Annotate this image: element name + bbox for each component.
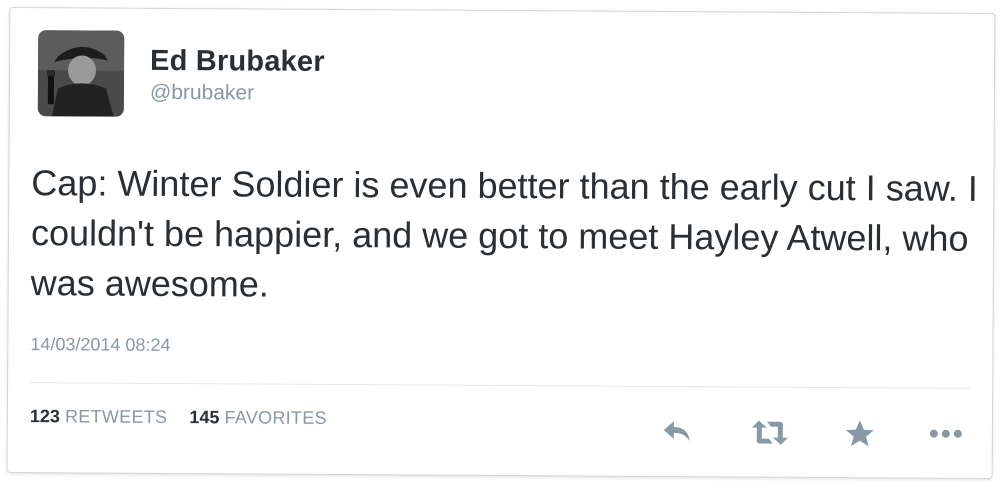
avatar-image (37, 30, 125, 117)
reply-icon (663, 421, 690, 442)
favorites-count: 145 (189, 407, 220, 428)
tweet-text: Cap: Winter Soldier is even better than … (30, 162, 978, 305)
favorites-stat[interactable]: 145 FAVORITES (189, 407, 327, 428)
tweet-stats: 123 RETWEETS 145 FAVORITES (30, 406, 327, 429)
more-button[interactable] (926, 414, 966, 454)
reply-button[interactable] (658, 412, 698, 452)
favorite-button[interactable] (840, 413, 880, 453)
retweets-label: RETWEETS (64, 406, 168, 427)
divider (30, 382, 971, 389)
more-dots-icon (929, 429, 962, 438)
tweet-timestamp[interactable]: 14/03/2014 08:24 (30, 334, 170, 356)
star-icon (845, 420, 874, 447)
retweets-stat[interactable]: 123 RETWEETS (30, 406, 173, 427)
user-handle[interactable]: @brubaker (150, 81, 254, 106)
retweets-count: 123 (29, 406, 61, 427)
retweet-button[interactable] (750, 413, 790, 453)
tweet-actions (658, 412, 978, 454)
tweet-card: Ed Brubaker @brubaker Cap: Winter Soldie… (6, 6, 996, 480)
retweet-icon (751, 420, 788, 445)
favorites-label: FAVORITES (224, 407, 327, 428)
avatar[interactable] (37, 30, 125, 117)
display-name[interactable]: Ed Brubaker (150, 45, 325, 79)
